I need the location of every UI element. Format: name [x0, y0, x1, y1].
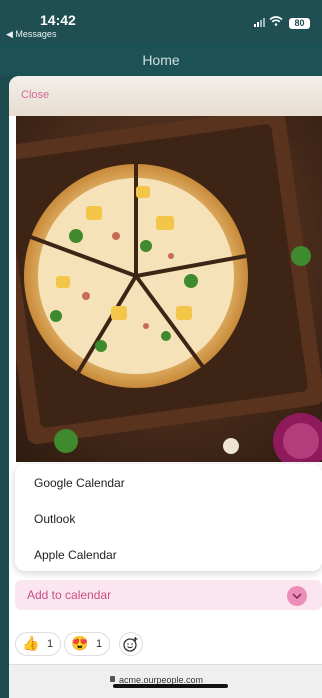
reactions-bar: 👍 1 😍 1 — [15, 632, 315, 656]
menu-item-google-calendar[interactable]: Google Calendar — [34, 476, 125, 490]
add-to-calendar-label: Add to calendar — [27, 588, 112, 602]
reaction-thumbs-up[interactable]: 👍 1 — [15, 632, 61, 656]
menu-item-outlook[interactable]: Outlook — [34, 512, 75, 526]
menu-item-apple-calendar[interactable]: Apple Calendar — [34, 548, 117, 562]
status-time: 14:42 — [40, 12, 76, 28]
modal-sheet: Close Google Calendar Outlook Apple Cale… — [9, 76, 322, 698]
page-title: Home — [0, 44, 322, 76]
calendar-options-menu: Google Calendar Outlook Apple Calendar — [15, 464, 322, 571]
sheet-header: Close — [9, 76, 322, 116]
browser-url-bar[interactable]: acme.ourpeople.com — [9, 664, 322, 698]
calendar-chevron-icon — [287, 586, 307, 606]
signal-icon — [254, 18, 265, 27]
lock-icon — [110, 676, 115, 682]
reaction-count: 1 — [96, 638, 103, 650]
battery-icon: 80 — [289, 18, 310, 29]
status-bar: 14:42 ◀ Messages 80 — [0, 0, 322, 44]
add-to-calendar-button[interactable]: Add to calendar — [15, 580, 322, 610]
wifi-icon — [269, 16, 283, 26]
reaction-count: 1 — [47, 638, 54, 650]
home-indicator — [113, 684, 228, 688]
close-button[interactable]: Close — [21, 89, 49, 101]
pizza-photo — [16, 116, 322, 462]
reaction-heart-eyes[interactable]: 😍 1 — [64, 632, 110, 656]
back-to-messages-link[interactable]: ◀ Messages — [6, 29, 56, 40]
heart-eyes-icon: 😍 — [71, 635, 89, 651]
thumbs-up-icon: 👍 — [22, 635, 40, 651]
add-reaction-icon[interactable] — [119, 632, 143, 656]
